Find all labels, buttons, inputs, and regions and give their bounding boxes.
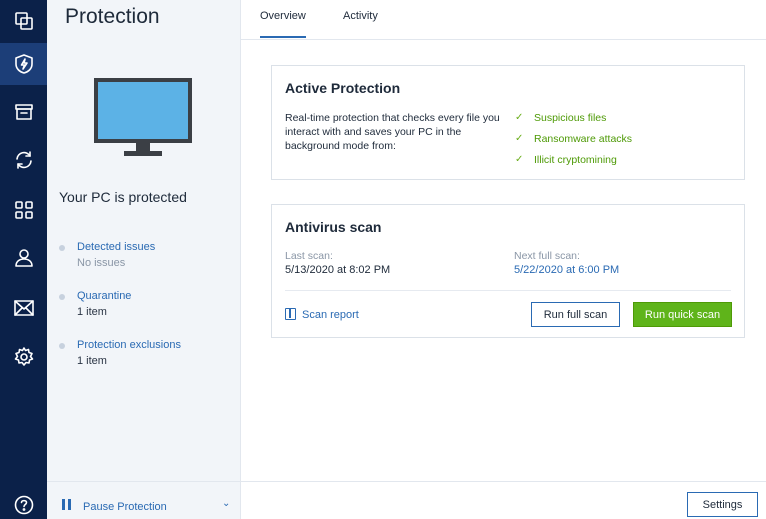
antivirus-scan-title: Antivirus scan (285, 219, 382, 235)
check-icon: ✓ (515, 112, 524, 123)
divider (285, 290, 731, 291)
copy-icon (14, 12, 33, 30)
active-protection-card: Active Protection Real-time protection t… (271, 65, 745, 180)
protection-item-label: Illicit cryptomining (534, 154, 617, 166)
rail-item-account[interactable] (0, 237, 47, 279)
rail-item-backup[interactable] (0, 0, 47, 42)
archive-icon (14, 104, 33, 120)
quarantine-label[interactable]: Quarantine (77, 290, 131, 302)
status-dot (59, 245, 65, 251)
chevron-down-icon[interactable]: ⌄ (222, 498, 230, 509)
tab-bar: Overview Activity (241, 0, 766, 40)
active-protection-title: Active Protection (285, 80, 401, 96)
run-quick-scan-button[interactable]: Run quick scan (633, 302, 732, 327)
computer-monitor-icon (94, 78, 192, 156)
protection-item-label: Ransomware attacks (534, 133, 633, 145)
protection-sidebar: Protection Your PC is protected Detected… (47, 0, 241, 519)
detected-issues-label[interactable]: Detected issues (77, 241, 155, 253)
mail-icon (13, 300, 34, 316)
tab-activity[interactable]: Activity (343, 10, 378, 36)
check-icon: ✓ (515, 154, 524, 165)
status-dot (59, 343, 65, 349)
last-scan-label: Last scan: (285, 250, 333, 262)
rail-item-tools[interactable] (0, 189, 47, 231)
help-icon (14, 495, 33, 515)
pause-protection-label[interactable]: Pause Protection (83, 501, 167, 513)
shield-lightning-icon (14, 54, 33, 74)
grid-icon (14, 201, 33, 219)
last-scan-value: 5/13/2020 at 8:02 PM (285, 264, 391, 276)
pause-icon (62, 499, 72, 510)
check-icon: ✓ (515, 133, 524, 144)
main-footer: Settings (241, 481, 766, 519)
rail-item-archive[interactable] (0, 91, 47, 133)
detected-issues-value: No issues (77, 257, 126, 269)
quarantine-value: 1 item (77, 306, 107, 318)
status-dot (59, 294, 65, 300)
main-content: Overview Activity Active Protection Real… (241, 0, 766, 519)
icon-rail (0, 0, 47, 519)
report-icon[interactable] (285, 308, 296, 320)
run-full-scan-button[interactable]: Run full scan (531, 302, 620, 327)
rail-item-protection[interactable] (0, 43, 47, 85)
rail-item-help[interactable] (0, 484, 47, 519)
next-scan-label: Next full scan: (514, 250, 580, 262)
gear-icon (14, 347, 33, 366)
rail-item-messages[interactable] (0, 287, 47, 329)
protection-status: Your PC is protected (59, 189, 187, 205)
sync-icon (15, 151, 32, 169)
scan-report-link[interactable]: Scan report (302, 309, 359, 321)
page-title: Protection (65, 5, 160, 28)
active-protection-description: Real-time protection that checks every f… (285, 112, 500, 152)
rail-item-settings[interactable] (0, 336, 47, 378)
antivirus-scan-card: Antivirus scan Last scan: 5/13/2020 at 8… (271, 204, 745, 338)
protection-exclusions-value: 1 item (77, 355, 107, 367)
pause-protection-bar[interactable]: Pause Protection ⌄ (47, 481, 240, 519)
settings-button[interactable]: Settings (687, 492, 758, 517)
user-icon (14, 249, 33, 267)
tab-overview[interactable]: Overview (260, 10, 306, 38)
protection-exclusions-label[interactable]: Protection exclusions (77, 339, 181, 351)
rail-item-sync[interactable] (0, 139, 47, 181)
protection-item-label: Suspicious files (534, 112, 607, 124)
next-scan-value[interactable]: 5/22/2020 at 6:00 PM (514, 264, 619, 276)
